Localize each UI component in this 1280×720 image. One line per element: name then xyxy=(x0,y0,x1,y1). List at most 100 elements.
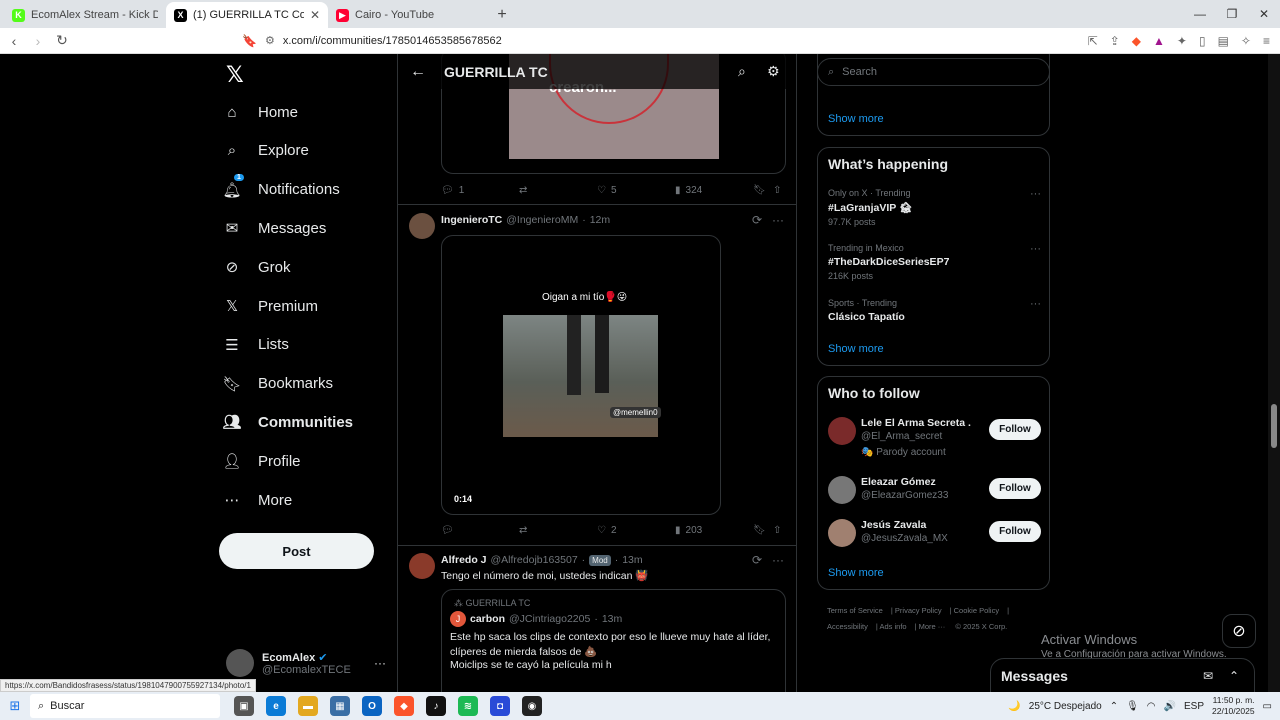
taskbar-search[interactable]: ⌕ Buscar xyxy=(30,694,220,718)
spotify-icon[interactable]: ≋ xyxy=(458,696,478,716)
bookmark-page-icon[interactable]: 🔖 xyxy=(242,34,257,48)
windows-start-icon[interactable]: ⊞ xyxy=(0,698,30,714)
site-settings-icon[interactable]: ⚙ xyxy=(265,34,275,47)
nav-item-more[interactable]: ⋯ More xyxy=(220,487,293,513)
bookmark-button[interactable]: 🔖︎ xyxy=(753,525,766,536)
show-more-link[interactable]: Show more xyxy=(828,343,884,355)
show-more-link[interactable]: Show more xyxy=(828,113,884,125)
browser-tab[interactable]: X (1) GUERRILLA TC Community / X ✕ xyxy=(166,2,328,28)
weather-text[interactable]: 25°C Despejado xyxy=(1029,701,1102,712)
footer-link[interactable]: Accessibility xyxy=(827,622,868,631)
follow-suggestion[interactable]: Jesús Zavala @JesusZavala_MX Follow xyxy=(828,515,1041,555)
post-time[interactable]: 12m xyxy=(590,214,610,226)
new-message-icon[interactable]: ✉ xyxy=(1203,669,1213,683)
follow-button[interactable]: Follow xyxy=(989,419,1041,440)
follow-button[interactable]: Follow xyxy=(989,478,1041,499)
views-button[interactable]: ▮ 203 xyxy=(675,525,702,536)
grok-button[interactable]: ⊘ xyxy=(1222,614,1256,648)
repost-button[interactable]: ⇄ xyxy=(519,185,527,196)
open-app-icon[interactable]: ⇱ xyxy=(1088,34,1098,48)
footer-link[interactable]: More ··· xyxy=(919,622,946,631)
gear-icon[interactable]: ⚙ xyxy=(767,63,780,80)
follow-suggestion[interactable]: Lele El Arma Secreta ... @El_Arma_secret… xyxy=(828,413,1041,458)
follow-suggestion[interactable]: Eleazar Gómez @EleazarGomez33 Follow xyxy=(828,472,1041,512)
more-dots-icon[interactable]: ··· xyxy=(772,213,784,227)
tray-chevron-icon[interactable]: ⌃ xyxy=(1110,701,1118,712)
like-button[interactable]: ♡ 2 xyxy=(597,525,617,536)
url-field[interactable]: 🔖 ⚙ x.com/i/communities/1785014653585678… xyxy=(242,31,962,51)
obs-icon[interactable]: ◉ xyxy=(522,696,542,716)
footer-link[interactable]: Cookie Policy xyxy=(954,606,999,615)
notification-center-icon[interactable]: ▭ xyxy=(1263,701,1272,712)
weather-icon[interactable]: 🌙 xyxy=(1008,701,1020,712)
volume-icon[interactable]: 🔊 xyxy=(1164,701,1176,712)
scrollbar-thumb[interactable] xyxy=(1271,404,1277,448)
more-dots-icon[interactable]: ··· xyxy=(1030,298,1041,310)
nav-item-communities[interactable]: 👥︎ Communities xyxy=(220,409,353,435)
author-handle[interactable]: @IngenieroMM xyxy=(506,214,578,226)
trend-item[interactable]: Sports · Trending Clásico Tapatío ··· xyxy=(828,298,1041,323)
footer-link[interactable]: Terms of Service xyxy=(827,606,883,615)
new-tab-button[interactable]: + xyxy=(490,2,514,28)
bookmark-button[interactable]: 🔖︎ xyxy=(753,185,766,196)
maximize-button[interactable]: ❐ xyxy=(1216,0,1248,28)
footer-link[interactable]: Ads info xyxy=(879,622,906,631)
brave-shield-icon[interactable]: ◆ xyxy=(1132,34,1141,48)
more-dots-icon[interactable]: ··· xyxy=(772,553,784,567)
author-name[interactable]: Alfredo J xyxy=(441,554,487,566)
share-button[interactable]: ⇧ xyxy=(773,525,781,536)
author-handle[interactable]: @Alfredojb163507 xyxy=(491,554,578,566)
task-view-icon[interactable]: ▣ xyxy=(234,696,254,716)
nav-item-messages[interactable]: ✉ Messages xyxy=(220,215,327,241)
repost-button[interactable]: ⇄ xyxy=(519,525,527,536)
account-switcher[interactable]: EcomAlex ✔ @EcomalexTECE ··· xyxy=(226,649,386,677)
forward-icon[interactable]: › xyxy=(28,33,48,49)
follow-button[interactable]: Follow xyxy=(989,521,1041,542)
tiktok-icon[interactable]: ♪ xyxy=(426,696,446,716)
more-dots-icon[interactable]: ··· xyxy=(374,656,386,670)
nav-item-notifications[interactable]: 🔔︎ Notifications 1 xyxy=(220,173,340,203)
menu-icon[interactable]: ≡ xyxy=(1263,34,1270,48)
browser-tab[interactable]: ▶ Cairo - YouTube xyxy=(328,2,490,28)
nav-item-premium[interactable]: 𝕏 Premium xyxy=(220,293,318,319)
more-dots-icon[interactable]: ··· xyxy=(1030,243,1041,255)
author-name[interactable]: IngenieroTC xyxy=(441,214,502,226)
nav-item-home[interactable]: ⌂ Home xyxy=(220,99,298,125)
back-arrow-icon[interactable]: ← xyxy=(410,63,426,81)
file-explorer-icon[interactable]: ▬ xyxy=(298,696,318,716)
show-more-link[interactable]: Show more xyxy=(828,567,884,579)
reload-icon[interactable]: ↻ xyxy=(52,32,72,49)
grok-icon[interactable]: ⟳ xyxy=(752,553,762,567)
app-icon[interactable]: ◘ xyxy=(490,696,510,716)
back-icon[interactable]: ‹ xyxy=(4,33,24,49)
edge-icon[interactable]: e xyxy=(266,696,286,716)
page-scrollbar[interactable] xyxy=(1268,54,1280,692)
minimize-button[interactable]: — xyxy=(1184,0,1216,28)
extensions-icon[interactable]: ✦ xyxy=(1177,34,1187,48)
post-time[interactable]: 13m xyxy=(622,554,642,566)
like-button[interactable]: ♡ 5 xyxy=(597,185,617,196)
close-tab-icon[interactable]: ✕ xyxy=(310,8,320,22)
post-button[interactable]: Post xyxy=(219,533,374,569)
reply-button[interactable]: 💬︎ 1 xyxy=(441,185,464,196)
nav-item-grok[interactable]: ⊘ Grok xyxy=(220,254,291,280)
reply-button[interactable]: 💬︎ xyxy=(441,525,454,536)
store-icon[interactable]: ▦ xyxy=(330,696,350,716)
rewards-icon[interactable]: ▲ xyxy=(1153,34,1165,48)
trend-item[interactable]: Trending in Mexico #TheDarkDiceSeriesEP7… xyxy=(828,243,1041,281)
nav-item-explore[interactable]: ⌕ Explore xyxy=(220,138,309,164)
messages-drawer[interactable]: Messages ✉ ⌃ xyxy=(990,658,1255,692)
search-icon[interactable]: ⌕ xyxy=(738,63,746,80)
avatar[interactable] xyxy=(409,553,435,579)
nav-item-lists[interactable]: ☰ Lists xyxy=(220,332,289,358)
grok-icon[interactable]: ⟳ xyxy=(752,213,762,227)
trend-item[interactable]: Only on X · Trending #LaGranjaVIP 🏚 97.7… xyxy=(828,188,1041,227)
leo-icon[interactable]: ✧ xyxy=(1241,34,1251,48)
nav-item-bookmarks[interactable]: 🔖︎ Bookmarks xyxy=(220,371,333,397)
video-player[interactable]: Oigan a mi tío🥊😜 @memellin0 0:14 xyxy=(441,235,721,515)
share-button[interactable]: ⇧ xyxy=(773,185,781,196)
wallet-icon[interactable]: ▤ xyxy=(1218,34,1229,48)
mic-icon[interactable]: 🎙 xyxy=(1126,701,1139,712)
language-indicator[interactable]: ESP xyxy=(1184,701,1204,712)
clock[interactable]: 11:50 p. m. 22/10/2025 xyxy=(1212,695,1255,717)
